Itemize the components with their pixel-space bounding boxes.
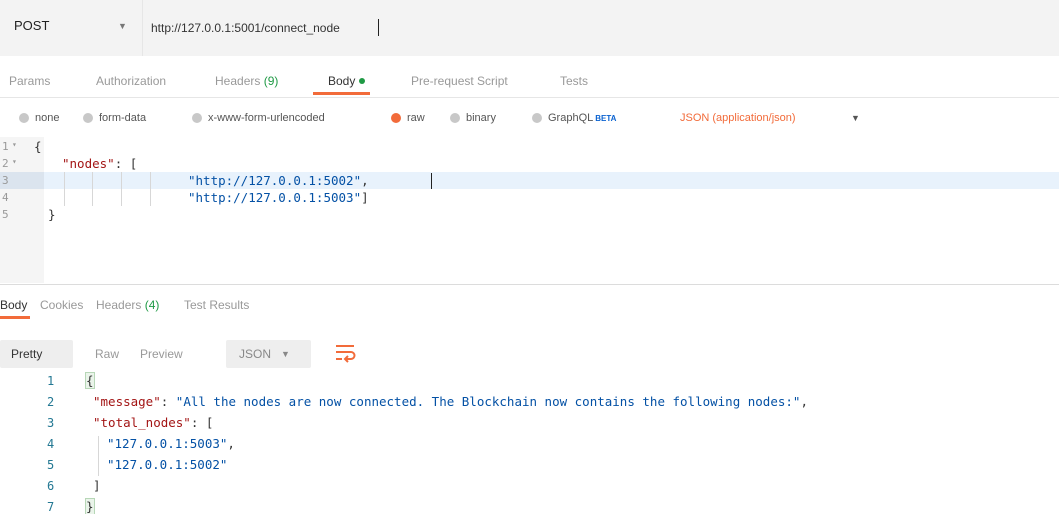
- radio-icon: [19, 113, 29, 123]
- radio-icon: [450, 113, 460, 123]
- line-number: 4: [47, 437, 55, 451]
- line-number: 5: [47, 458, 55, 472]
- code-line: "127.0.0.1:5003",: [107, 436, 235, 451]
- line-number: 4: [2, 191, 9, 204]
- url-text[interactable]: http://127.0.0.1:5001/connect_node: [151, 21, 340, 35]
- active-tab-indicator: [0, 316, 30, 319]
- tab-body[interactable]: Body: [328, 74, 366, 88]
- line-number: 7: [47, 500, 55, 514]
- line-number: 3: [2, 174, 9, 187]
- indent-guide: [92, 172, 93, 206]
- tab-pre-request-script[interactable]: Pre-request Script: [411, 74, 508, 88]
- chevron-down-icon: ▼: [281, 349, 290, 359]
- tab-authorization[interactable]: Authorization: [96, 74, 166, 88]
- tab-cookies[interactable]: Cookies: [40, 298, 83, 312]
- content-type-select[interactable]: JSON (application/json): [680, 112, 796, 124]
- divider: [0, 97, 1059, 98]
- line-number: 3: [47, 416, 55, 430]
- text-cursor: [378, 19, 379, 36]
- preview-button[interactable]: Preview: [130, 340, 216, 368]
- indent-guide: [121, 172, 122, 206]
- chevron-down-icon[interactable]: ▼: [851, 113, 860, 123]
- beta-badge: BETA: [595, 113, 617, 123]
- radio-selected-icon: [391, 113, 401, 123]
- line-number: 6: [47, 479, 55, 493]
- code-line[interactable]: {: [34, 139, 42, 154]
- code-line: }: [85, 498, 95, 514]
- tab-tests[interactable]: Tests: [560, 74, 588, 88]
- line-number: 5: [2, 208, 9, 221]
- modified-dot-icon: [359, 78, 366, 84]
- active-tab-indicator: [313, 92, 370, 95]
- indent-guide: [150, 172, 151, 206]
- tab-response-body[interactable]: Body: [0, 298, 27, 312]
- line-number: 2: [2, 157, 9, 170]
- tab-response-headers[interactable]: Headers (4): [96, 298, 159, 312]
- tab-headers[interactable]: Headers (9): [215, 74, 278, 88]
- code-line: ]: [93, 478, 101, 493]
- fold-icon[interactable]: ▾: [12, 157, 17, 166]
- radio-binary[interactable]: binary: [450, 112, 496, 124]
- radio-raw[interactable]: raw: [391, 112, 425, 124]
- indent-guide: [64, 172, 65, 206]
- code-line: "127.0.0.1:5002": [107, 457, 228, 472]
- raw-button[interactable]: Raw: [78, 340, 124, 368]
- pane-divider[interactable]: [0, 284, 1059, 285]
- radio-urlencoded[interactable]: x-www-form-urlencoded: [192, 112, 325, 124]
- radio-icon: [83, 113, 93, 123]
- indent-guide: [98, 436, 99, 476]
- line-number: 1: [2, 140, 9, 153]
- text-cursor: [431, 173, 432, 189]
- radio-icon: [532, 113, 542, 123]
- code-line[interactable]: "http://127.0.0.1:5002",: [188, 173, 369, 188]
- wrap-lines-icon[interactable]: [330, 338, 360, 368]
- method-label: POST: [14, 18, 50, 33]
- headers-count: (9): [263, 74, 279, 88]
- tab-test-results[interactable]: Test Results: [184, 298, 249, 312]
- chevron-down-icon[interactable]: ▼: [118, 21, 127, 31]
- pretty-button[interactable]: Pretty: [0, 340, 73, 368]
- fold-icon[interactable]: ▾: [12, 140, 17, 149]
- tab-params[interactable]: Params: [9, 74, 50, 88]
- code-line: "message": "All the nodes are now connec…: [93, 394, 808, 409]
- code-line[interactable]: }: [48, 207, 56, 222]
- radio-none[interactable]: none: [19, 112, 59, 124]
- radio-form-data[interactable]: form-data: [83, 112, 146, 124]
- code-line: {: [85, 372, 95, 389]
- code-line: "total_nodes": [: [93, 415, 214, 430]
- headers-count: (4): [144, 298, 160, 312]
- code-line[interactable]: "http://127.0.0.1:5003"]: [188, 190, 369, 205]
- radio-graphql[interactable]: GraphQL BETA: [532, 112, 616, 124]
- line-number: 2: [47, 395, 55, 409]
- line-number: 1: [47, 374, 55, 388]
- format-select[interactable]: JSON ▼: [226, 340, 311, 368]
- code-line[interactable]: "nodes": [: [62, 156, 137, 171]
- radio-icon: [192, 113, 202, 123]
